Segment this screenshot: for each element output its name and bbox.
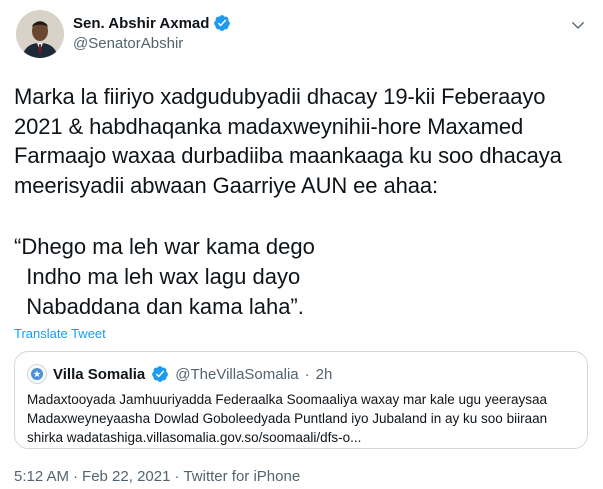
separator-dot: ·	[174, 468, 180, 485]
poem-line: “Dhego ma leh war kama dego	[14, 234, 315, 259]
verified-badge-icon	[152, 366, 169, 382]
tweet-source[interactable]: Twitter for iPhone	[183, 468, 300, 485]
poem-line: Indho ma leh wax lagu dayo	[14, 264, 301, 289]
quoted-tweet-text: Madaxtooyada Jamhuuriyadda Federaalka So…	[27, 392, 548, 445]
separator-dot: ·	[73, 468, 79, 485]
separator-dot: ·	[304, 365, 310, 383]
chevron-down-icon[interactable]	[569, 16, 587, 34]
avatar-photo	[16, 10, 64, 58]
tweet-text: Marka la fiiriyo xadgudubyadii dhacay 19…	[14, 84, 568, 198]
poem-line: Nabaddana dan kama laha”.	[14, 294, 304, 319]
translate-tweet-link[interactable]: Translate Tweet	[14, 326, 106, 341]
tweet-date[interactable]: Feb 22, 2021	[82, 468, 170, 485]
author-display-name[interactable]: Sen. Abshir Axmad	[73, 15, 209, 32]
quoted-timestamp[interactable]: 2h	[316, 366, 333, 383]
quoted-tweet-card[interactable]: Villa Somalia @TheVillaSomalia · 2h Mada…	[14, 351, 588, 449]
coat-of-arms-icon[interactable]	[27, 364, 47, 384]
verified-badge-icon	[214, 15, 231, 31]
quoted-display-name[interactable]: Villa Somalia	[53, 366, 145, 383]
quoted-handle[interactable]: @TheVillaSomalia	[175, 366, 298, 383]
tweet-time[interactable]: 5:12 AM	[14, 468, 69, 485]
tweet-poem: “Dhego ma leh war kama dego Indho ma leh…	[14, 232, 315, 322]
author-handle[interactable]: @SenatorAbshir	[73, 35, 231, 52]
tweet-metadata: 5:12 AM · Feb 22, 2021 · Twitter for iPh…	[14, 468, 300, 485]
author-block[interactable]: Sen. Abshir Axmad @SenatorAbshir	[73, 14, 231, 52]
author-avatar[interactable]	[16, 10, 64, 58]
quoted-tweet-header: Villa Somalia @TheVillaSomalia · 2h	[27, 364, 332, 384]
